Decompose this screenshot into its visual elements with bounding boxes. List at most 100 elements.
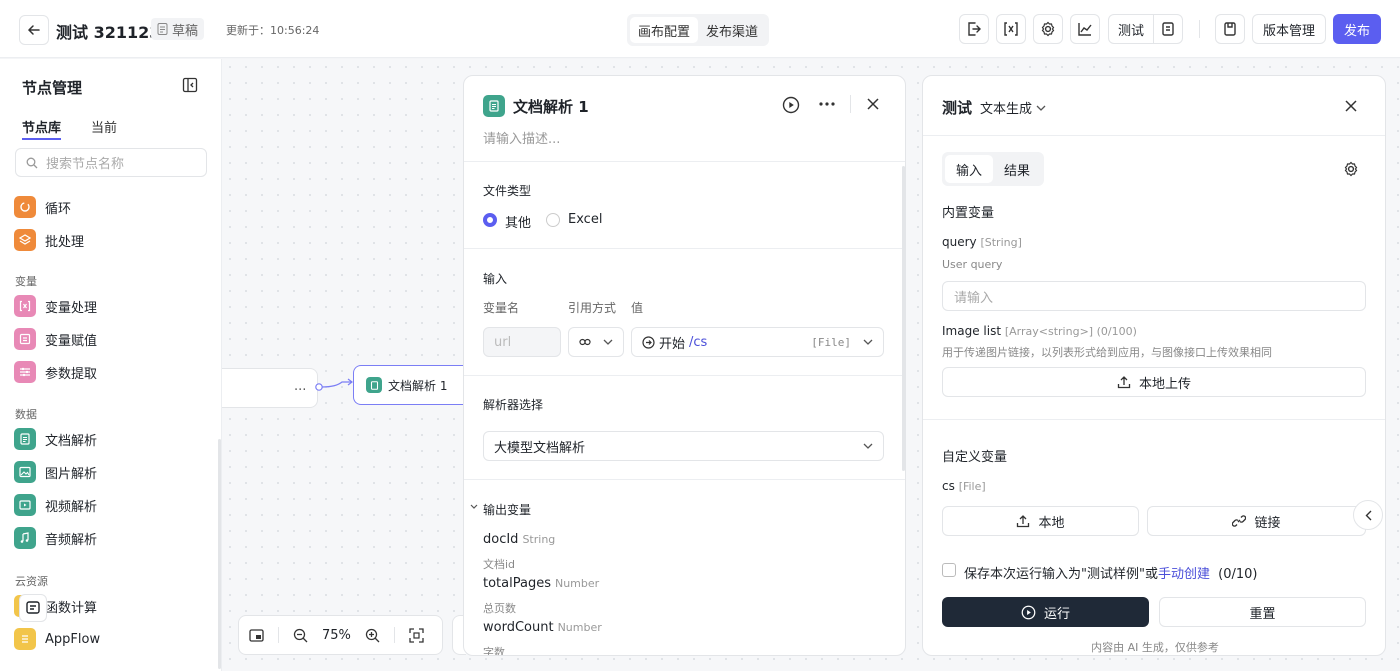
image-list-desc: 用于传递图片链接，以列表形式给到应用，与图像接口上传效果相同 (942, 346, 1272, 359)
sidebar-collapse-icon (182, 77, 198, 93)
node-document-parse[interactable]: 文档解析 (14, 427, 97, 451)
analytics-button[interactable] (1070, 14, 1100, 44)
node-video-parse[interactable]: 视频解析 (14, 493, 97, 517)
node-batch[interactable]: 批处理 (14, 228, 84, 252)
export-icon (968, 22, 981, 36)
sidebar: 节点管理 节点库 当前 搜索节点名称 循环 批处理 变量 变量处理 变量赋值 参… (0, 59, 222, 671)
query-input[interactable]: 请输入 (942, 281, 1366, 311)
status-badge: 草稿 (151, 18, 205, 40)
parser-label: 解析器选择 (483, 398, 544, 412)
chat-float-button[interactable] (19, 594, 47, 622)
tab-input[interactable]: 输入 (945, 155, 994, 183)
col-reference-mode: 引用方式 (568, 301, 617, 315)
node-appflow[interactable]: AppFlow (14, 627, 100, 651)
panel-scrollbar[interactable] (902, 166, 905, 471)
node-description-input[interactable]: 请输入描述... (483, 128, 560, 147)
sidebar-scrollbar[interactable] (218, 439, 221, 669)
upload-local-button[interactable]: 本地上传 (942, 367, 1366, 397)
divider (464, 161, 905, 162)
divider (464, 479, 905, 480)
divider (393, 627, 395, 643)
image-icon (14, 461, 36, 483)
previous-node[interactable]: ... (222, 368, 318, 408)
zoom-in-button[interactable] (365, 628, 380, 643)
publish-button[interactable]: 发布 (1333, 14, 1381, 44)
center-tabs: 画布配置 发布渠道 (627, 14, 770, 46)
cs-local-upload-button[interactable]: 本地 (942, 506, 1139, 536)
reset-button[interactable]: 重置 (1159, 597, 1366, 627)
file-type-label: 文件类型 (483, 184, 532, 198)
variable-icon (14, 295, 36, 317)
divider (850, 95, 851, 113)
collapse-output-button[interactable] (470, 504, 478, 509)
fit-view-button[interactable] (409, 627, 424, 643)
test-settings-button[interactable] (1343, 161, 1359, 177)
settings-button[interactable] (1033, 14, 1063, 44)
run-node-button[interactable] (782, 96, 800, 114)
radio-other[interactable] (483, 213, 497, 227)
upload-icon (1017, 515, 1030, 528)
cs-var-label: cs [File] (942, 479, 986, 493)
parser-select[interactable]: 大模型文档解析 (483, 431, 884, 461)
layers-icon (14, 229, 36, 251)
close-panel-button[interactable] (866, 97, 880, 111)
radio-other-label: 其他 (505, 216, 532, 231)
input-section-label: 输入 (483, 272, 508, 286)
test-cases-button[interactable] (1153, 14, 1183, 44)
save-sample-checkbox[interactable] (942, 563, 956, 577)
minimap-icon (249, 628, 264, 642)
close-test-panel-button[interactable] (1344, 99, 1358, 113)
node-title[interactable]: 文档解析 1 (513, 96, 589, 117)
tab-result[interactable]: 结果 (993, 155, 1041, 183)
gear-icon (1041, 21, 1055, 37)
divider (1199, 20, 1200, 38)
node-variable-assign[interactable]: 变量赋值 (14, 327, 97, 351)
document-icon (483, 95, 505, 117)
node-search-input[interactable]: 搜索节点名称 (15, 148, 207, 177)
image-list-label: Image list [Array<string>] (0/100) (942, 324, 1137, 338)
variable-icon (1004, 22, 1018, 36)
value-select[interactable]: 开始 /cs [File] (631, 327, 884, 357)
group-cloud: 云资源 (15, 575, 48, 588)
test-panel: 测试 文本生成 输入 结果 内置变量 query [String] User q… (922, 75, 1386, 656)
node-loop[interactable]: 循环 (14, 195, 71, 219)
variable-button[interactable] (996, 14, 1026, 44)
node-audio-parse[interactable]: 音频解析 (14, 526, 97, 550)
zoom-out-button[interactable] (293, 628, 308, 643)
radio-excel[interactable] (546, 213, 560, 227)
document-icon (366, 377, 382, 393)
tab-node-library[interactable]: 节点库 (22, 117, 61, 136)
node-image-parse[interactable]: 图片解析 (14, 460, 97, 484)
output-var-totalpages: totalPages Number (483, 576, 600, 591)
close-icon (867, 98, 879, 110)
reference-mode-select[interactable] (568, 327, 624, 357)
tab-current[interactable]: 当前 (91, 117, 117, 136)
edge-connector (315, 378, 353, 391)
cs-link-button[interactable]: 链接 (1147, 506, 1366, 536)
expand-panel-button[interactable] (1353, 500, 1383, 530)
variable-name-field[interactable]: url (483, 327, 561, 357)
mode-select[interactable]: 文本生成 (980, 98, 1046, 117)
run-button[interactable]: 运行 (942, 597, 1149, 627)
query-var-label: query [String] (942, 235, 1022, 249)
zoom-out-icon (293, 628, 308, 642)
back-button[interactable] (19, 15, 49, 45)
tab-canvas-config[interactable]: 画布配置 (630, 17, 699, 43)
node-variable-process[interactable]: 变量处理 (14, 294, 97, 318)
save-button[interactable] (1215, 14, 1245, 44)
export-button[interactable] (959, 14, 989, 44)
top-bar: 测试 321123 草稿 更新于：10:56:24 画布配置 发布渠道 测试 版… (0, 0, 1400, 58)
version-management-button[interactable]: 版本管理 (1252, 14, 1326, 44)
minimap-button[interactable] (249, 628, 264, 642)
appflow-icon (14, 628, 36, 650)
divider (923, 419, 1385, 420)
test-button[interactable]: 测试 (1108, 14, 1154, 44)
current-node[interactable]: 文档解析 1 (353, 365, 473, 405)
collapse-sidebar-button[interactable] (182, 77, 198, 93)
chat-icon (26, 601, 40, 614)
manual-create-link[interactable]: 手动创建 (1158, 567, 1210, 582)
node-param-extract[interactable]: 参数提取 (14, 360, 97, 384)
more-options-button[interactable] (819, 102, 835, 106)
builtin-vars-label: 内置变量 (942, 206, 995, 221)
tab-publish-channel[interactable]: 发布渠道 (698, 17, 766, 43)
